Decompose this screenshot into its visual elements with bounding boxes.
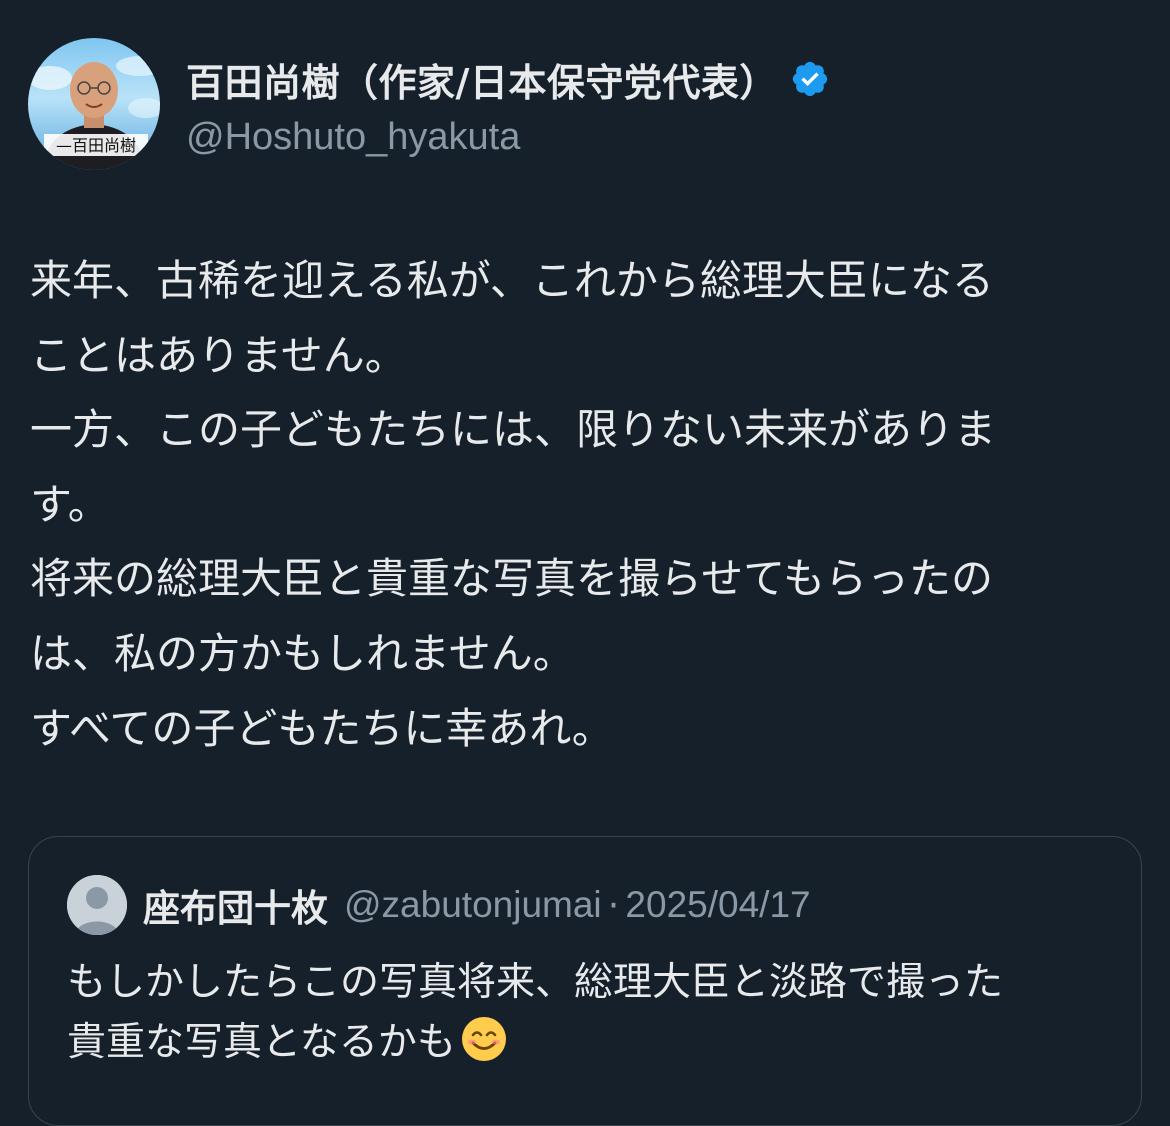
quoted-tweet-text: もしかしたらこの写真将来、総理大臣と淡路で撮った 貴重な写真となるかも bbox=[67, 953, 1127, 1073]
tweet-header: —百田尚樹 百田尚樹（作家/日本保守党代表） @Hoshuto_hyakuta bbox=[28, 38, 1128, 172]
smiling-face-emoji-icon bbox=[461, 1017, 506, 1061]
quoted-author-handle[interactable]: @zabutonjumai bbox=[344, 884, 602, 926]
quoted-author-display-name[interactable]: 座布団十枚 bbox=[143, 878, 328, 932]
quoted-tweet-header: 座布団十枚 @zabutonjumai · 2025/04/17 bbox=[67, 873, 811, 937]
quoted-tweet-card[interactable]: 座布団十枚 @zabutonjumai · 2025/04/17 もしかしたらこ… bbox=[28, 836, 1142, 1126]
tweet-text: 来年、古稀を迎える私が、これから総理大臣になる ことはありません。 一方、この子… bbox=[30, 244, 1140, 766]
verified-badge-icon[interactable] bbox=[790, 59, 830, 99]
svg-text:—百田尚樹: —百田尚樹 bbox=[56, 136, 136, 155]
quoted-tweet-text-fragment: 貴重な写真となるかも bbox=[67, 1020, 456, 1065]
meta-separator: · bbox=[607, 883, 620, 927]
quoted-tweet-text-line-last: 貴重な写真となるかも bbox=[67, 1013, 1127, 1073]
display-name-row: 百田尚樹（作家/日本保守党代表） bbox=[186, 56, 830, 105]
default-user-avatar-icon[interactable] bbox=[67, 875, 127, 935]
author-avatar[interactable]: —百田尚樹 bbox=[28, 38, 160, 170]
user-silhouette-icon bbox=[67, 875, 127, 935]
tweet-text-line: 将来の総理大臣と貴重な写真を撮らせてもらったの bbox=[30, 554, 994, 604]
tweet-text-line: す。 bbox=[30, 479, 110, 529]
tweet-text-line: ことはありません。 bbox=[30, 330, 407, 380]
quoted-tweet-text-line: もしかしたらこの写真将来、総理大臣と淡路で撮った bbox=[67, 960, 1004, 1005]
tweet-text-line: 一方、この子どもたちには、限りない未来がありま bbox=[30, 405, 997, 455]
tweet-text-line: 来年、古稀を迎える私が、これから総理大臣になる bbox=[30, 256, 994, 305]
author-handle[interactable]: @Hoshuto_hyakuta bbox=[186, 116, 830, 159]
author-avatar-image: —百田尚樹 bbox=[28, 56, 160, 170]
quoted-tweet-date[interactable]: 2025/04/17 bbox=[625, 884, 810, 926]
tweet-text-line: は、私の方かもしれません。 bbox=[30, 628, 575, 678]
tweet-text-line: すべての子どもたちに幸あれ。 bbox=[30, 703, 614, 753]
author-display-name[interactable]: 百田尚樹（作家/日本保守党代表） bbox=[186, 52, 778, 107]
author-names: 百田尚樹（作家/日本保守党代表） @Hoshuto_hyakuta bbox=[186, 56, 830, 159]
